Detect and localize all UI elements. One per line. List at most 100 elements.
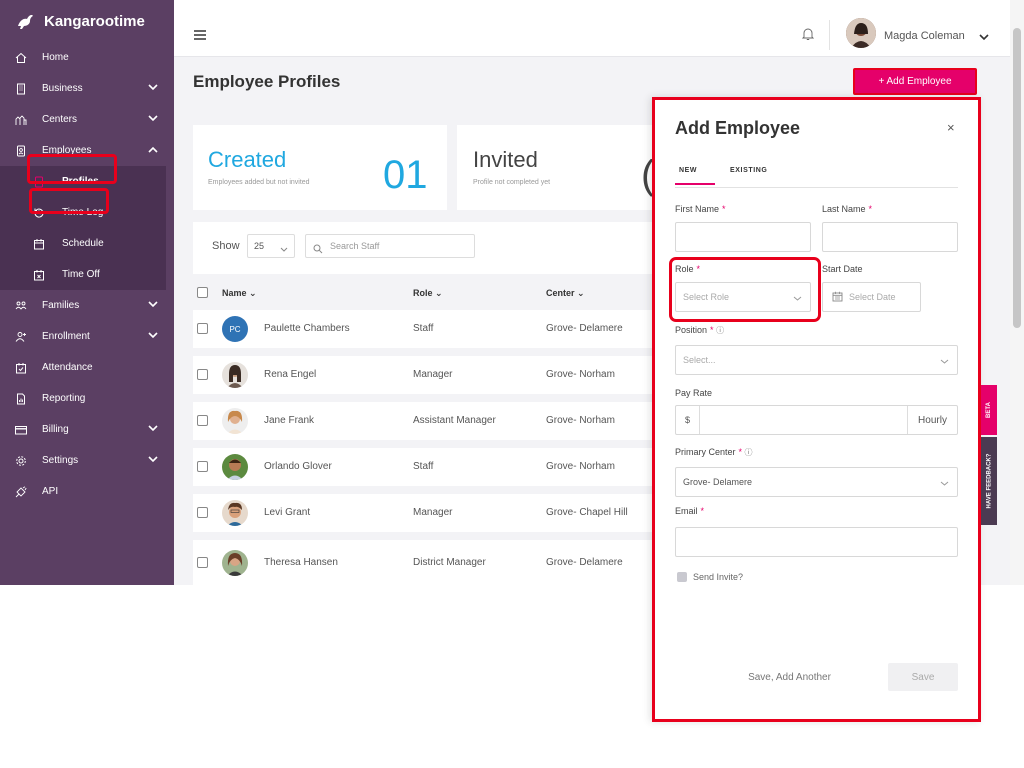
sidebar-item-families[interactable]: Families: [0, 290, 174, 321]
page-scrollbar[interactable]: [1010, 0, 1024, 585]
employee-name[interactable]: Paulette Chambers: [264, 323, 350, 334]
tab-existing[interactable]: EXISTING: [730, 167, 767, 174]
sidebar-item-profiles[interactable]: Profiles: [0, 166, 166, 197]
gear-icon: [14, 454, 28, 468]
modal-tabs: NEW EXISTING: [674, 163, 958, 188]
column-role[interactable]: Role ⌄: [413, 288, 443, 299]
column-label: Role: [413, 288, 433, 298]
employee-center: Grove- Norham: [546, 461, 615, 472]
sidebar-item-attendance[interactable]: Attendance: [0, 352, 174, 383]
user-name[interactable]: Magda Coleman: [884, 30, 965, 42]
page-size-select[interactable]: 25: [247, 234, 295, 258]
table-row[interactable]: Theresa Hansen District Manager Grove- D…: [193, 540, 653, 585]
avatar: [222, 408, 248, 434]
beta-tab[interactable]: BETA: [981, 385, 997, 435]
tab-new[interactable]: NEW: [674, 167, 716, 185]
row-checkbox[interactable]: [197, 369, 208, 380]
employee-name[interactable]: Jane Frank: [264, 415, 314, 426]
role-label: Role *: [675, 264, 700, 274]
sidebar-item-enrollment[interactable]: Enrollment: [0, 321, 174, 352]
info-icon[interactable]: ⓘ: [745, 448, 753, 457]
pay-rate-label: Pay Rate: [675, 388, 713, 398]
start-date-picker[interactable]: Select Date: [822, 282, 921, 312]
role-select[interactable]: Select Role: [675, 282, 811, 312]
sidebar-item-business[interactable]: Business: [0, 73, 174, 104]
employee-name[interactable]: Levi Grant: [264, 507, 310, 518]
calendar-icon: [832, 291, 843, 304]
sidebar-item-home[interactable]: Home: [0, 42, 174, 73]
table-row[interactable]: Rena Engel Manager Grove- Norham: [193, 356, 653, 394]
position-select[interactable]: Select...: [675, 345, 958, 375]
chevron-down-icon: [280, 244, 288, 254]
search-input[interactable]: Search Staff: [305, 234, 475, 258]
sidebar-item-schedule[interactable]: Schedule: [0, 228, 166, 259]
close-icon[interactable]: ×: [947, 120, 955, 135]
scrollbar-thumb[interactable]: [1013, 28, 1021, 328]
send-invite-label[interactable]: Send Invite?: [693, 572, 743, 582]
employee-role: Manager: [413, 369, 453, 380]
sidebar-item-centers[interactable]: Centers: [0, 104, 174, 135]
sidebar-item-employees[interactable]: Employees: [0, 135, 174, 166]
row-checkbox[interactable]: [197, 557, 208, 568]
chevron-down-icon: [148, 114, 158, 125]
row-checkbox[interactable]: [197, 507, 208, 518]
sidebar-item-billing[interactable]: Billing: [0, 414, 174, 445]
email-label: Email *: [675, 506, 704, 516]
bell-icon[interactable]: [801, 27, 815, 46]
brand[interactable]: Kangarootime: [0, 0, 174, 42]
pay-rate-input[interactable]: $ Hourly: [675, 405, 958, 435]
employee-name[interactable]: Rena Engel: [264, 369, 316, 380]
save-button[interactable]: Save: [888, 663, 958, 691]
label-text: Email: [675, 506, 698, 516]
table-row[interactable]: Orlando Glover Staff Grove- Norham: [193, 448, 653, 486]
avatar: [222, 550, 248, 576]
info-icon[interactable]: ⓘ: [716, 326, 724, 335]
table-row[interactable]: Levi Grant Manager Grove- Chapel Hill: [193, 494, 653, 532]
table-row[interactable]: Jane Frank Assistant Manager Grove- Norh…: [193, 402, 653, 440]
employee-name[interactable]: Theresa Hansen: [264, 557, 338, 568]
sidebar-item-settings[interactable]: Settings: [0, 445, 174, 476]
send-invite-checkbox[interactable]: [677, 572, 687, 582]
sidebar-item-time-log[interactable]: Time Log: [0, 197, 166, 228]
primary-center-select[interactable]: Grove- Delamere: [675, 467, 958, 497]
first-name-input[interactable]: [675, 222, 811, 252]
currency-prefix: $: [676, 406, 700, 434]
column-label: Center: [546, 288, 575, 298]
column-center[interactable]: Center ⌄: [546, 288, 585, 299]
sidebar-item-time-off[interactable]: Time Off: [0, 259, 166, 290]
search-placeholder: Search Staff: [330, 241, 380, 251]
stat-label: Created: [208, 147, 287, 172]
required-marker: *: [696, 264, 701, 274]
api-icon: [14, 485, 28, 499]
chevron-down-icon: [148, 331, 158, 342]
user-avatar[interactable]: [846, 18, 876, 48]
select-all-checkbox[interactable]: [197, 287, 208, 298]
employee-role: Manager: [413, 507, 453, 518]
building-icon: [14, 82, 28, 96]
sidebar-item-label: Profiles: [62, 176, 99, 187]
row-checkbox[interactable]: [197, 415, 208, 426]
sidebar-item-api[interactable]: API: [0, 476, 174, 507]
chevron-down-icon: ⌄: [577, 288, 585, 298]
hamburger-menu-icon[interactable]: [194, 27, 206, 45]
row-checkbox[interactable]: [197, 461, 208, 472]
first-name-label: First Name *: [675, 204, 726, 214]
feedback-tab[interactable]: HAVE FEEDBACK?: [981, 437, 997, 525]
sidebar-item-label: Attendance: [42, 362, 93, 373]
search-icon: [313, 241, 323, 259]
last-name-input[interactable]: [822, 222, 958, 252]
sidebar-item-reporting[interactable]: Reporting: [0, 383, 174, 414]
chevron-down-icon[interactable]: [979, 28, 989, 46]
add-employee-button[interactable]: + Add Employee: [853, 68, 977, 95]
sidebar-item-label: API: [42, 486, 59, 497]
email-input[interactable]: [675, 527, 958, 557]
employee-role: Staff: [413, 461, 434, 472]
report-icon: [14, 392, 28, 406]
column-name[interactable]: Name ⌄: [222, 288, 257, 299]
save-add-another-button[interactable]: Save, Add Another: [737, 663, 842, 691]
employee-name[interactable]: Orlando Glover: [264, 461, 332, 472]
pay-unit-suffix[interactable]: Hourly: [907, 406, 957, 434]
row-checkbox[interactable]: [197, 323, 208, 334]
employee-role: Assistant Manager: [413, 415, 496, 426]
table-row[interactable]: PC Paulette Chambers Staff Grove- Delame…: [193, 310, 653, 348]
